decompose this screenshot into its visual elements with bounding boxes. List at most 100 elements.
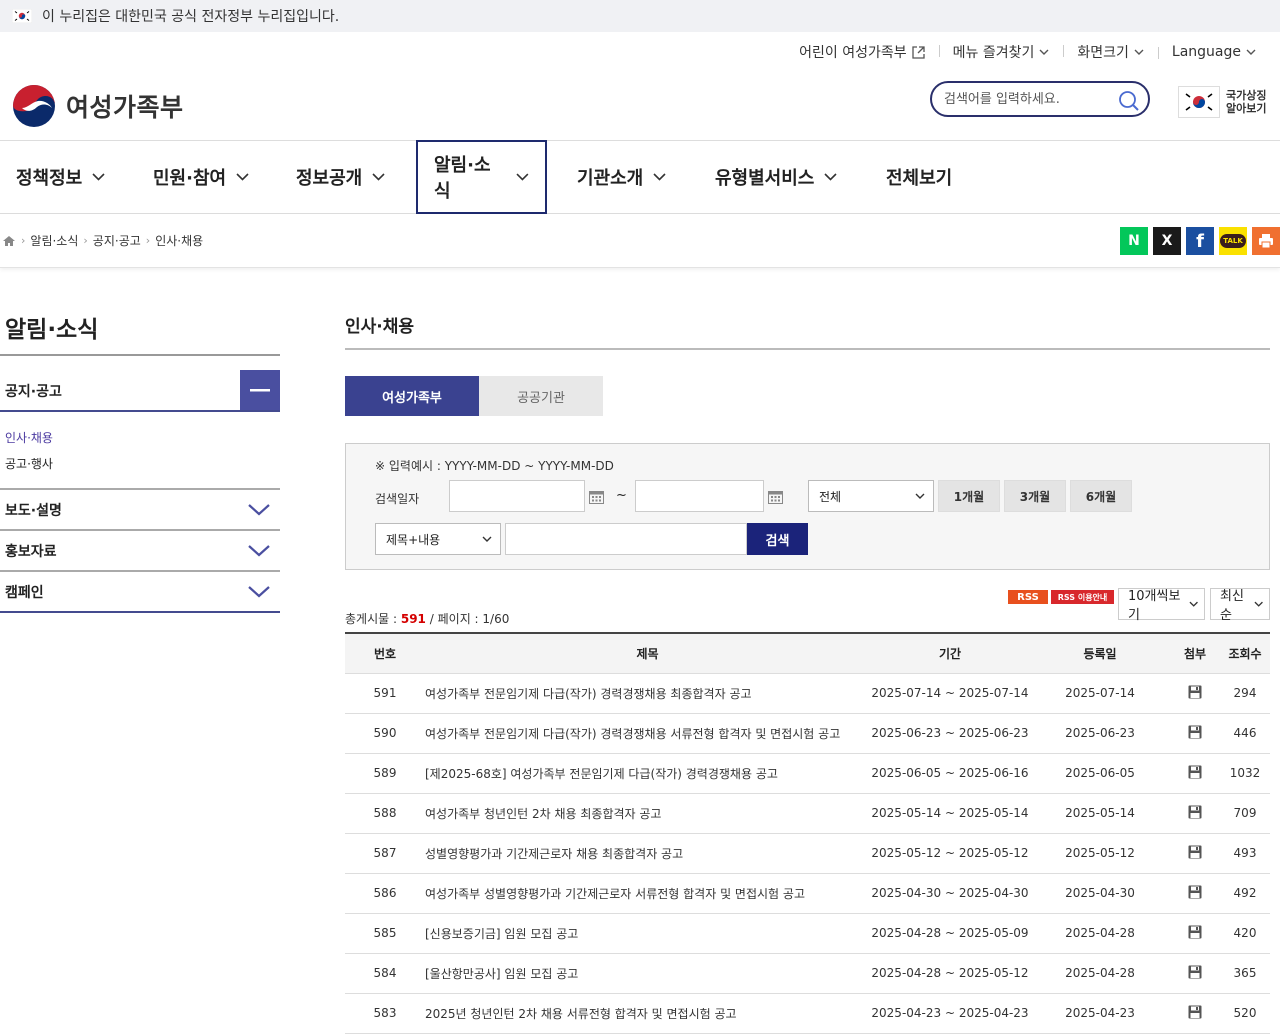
sidebar-item-recruit[interactable]: 인사·채용 xyxy=(5,424,280,450)
row-title-link[interactable]: 여성가족부 전문임기제 다급(작가) 경력경쟁채용 최종합격자 공고 xyxy=(425,673,870,714)
nav-news[interactable]: 알림·소식 xyxy=(416,140,547,214)
side-nav-notice[interactable]: 공지·공고 xyxy=(0,370,280,412)
nav-policy[interactable]: 정책정보 xyxy=(16,140,105,214)
sidebar-item-events[interactable]: 공고·행사 xyxy=(5,450,280,476)
file-attachment-icon[interactable] xyxy=(1188,965,1202,979)
row-date: 2025-04-30 xyxy=(1030,873,1170,914)
table-row[interactable]: 587 성별영향평가과 기간제근로자 채용 최종합격자 공고 2025-05-12 … xyxy=(345,833,1270,874)
table-row[interactable]: 591 여성가족부 전문임기제 다급(작가) 경력경쟁채용 최종합격자 공고 202… xyxy=(345,673,1270,714)
national-symbol-link[interactable]: 국가상징 알아보기 xyxy=(1178,86,1266,118)
chevron-down-icon xyxy=(248,544,270,556)
nav-about[interactable]: 기관소개 xyxy=(577,140,666,214)
search-icon[interactable] xyxy=(1118,90,1140,112)
breadcrumb-item[interactable]: 알림·소식 xyxy=(30,232,78,249)
print-icon[interactable] xyxy=(1252,227,1280,255)
row-title-link[interactable]: 2025년 청년인턴 2차 채용 서류전형 합격자 및 면접시험 공고 xyxy=(425,993,870,1034)
file-attachment-icon[interactable] xyxy=(1188,685,1202,699)
row-attachment[interactable] xyxy=(1170,913,1220,954)
language-select[interactable]: Language xyxy=(1157,44,1270,60)
kids-link[interactable]: 어린이 여성가족부 xyxy=(785,42,939,62)
col-date: 등록일 xyxy=(1030,633,1170,674)
start-date-input[interactable] xyxy=(449,480,585,512)
row-attachment[interactable] xyxy=(1170,953,1220,994)
x-share-icon[interactable]: X xyxy=(1153,227,1181,255)
government-logo-icon xyxy=(13,85,55,127)
period-select[interactable]: 전체 xyxy=(808,480,934,512)
row-title-link[interactable]: 성별영향평가과 기간제근로자 채용 최종합격자 공고 xyxy=(425,833,870,874)
site-logo[interactable]: 여성가족부 xyxy=(12,84,184,128)
period-3month-button[interactable]: 3개월 xyxy=(1004,480,1066,512)
chevron-down-icon xyxy=(824,173,837,181)
keyword-input[interactable] xyxy=(505,523,747,555)
side-nav-pr[interactable]: 홍보자료 xyxy=(0,531,280,572)
row-number: 590 xyxy=(345,713,425,754)
row-attachment[interactable] xyxy=(1170,673,1220,714)
period-6month-button[interactable]: 6개월 xyxy=(1070,480,1132,512)
side-nav-press[interactable]: 보도·설명 xyxy=(0,490,280,531)
row-title-link[interactable]: [제2025-68호] 여성가족부 전문임기제 다급(작가) 경력경쟁채용 공고 xyxy=(425,753,870,794)
row-title-link[interactable]: [울산항만공사] 임원 모집 공고 xyxy=(425,953,870,994)
row-number: 584 xyxy=(345,953,425,994)
facebook-share-icon[interactable]: f xyxy=(1186,227,1214,255)
breadcrumb-item[interactable]: 인사·채용 xyxy=(155,232,203,249)
collapse-icon[interactable] xyxy=(240,370,280,410)
search-input[interactable] xyxy=(944,91,1114,107)
row-attachment[interactable] xyxy=(1170,833,1220,874)
period-1month-button[interactable]: 1개월 xyxy=(938,480,1000,512)
row-number: 583 xyxy=(345,993,425,1034)
table-row[interactable]: 590 여성가족부 전문임기제 다급(작가) 경력경쟁채용 서류전형 합격자 및 … xyxy=(345,713,1270,754)
file-attachment-icon[interactable] xyxy=(1188,805,1202,819)
table-row[interactable]: 585 [신용보증기금] 임원 모집 공고 2025-04-28 ~ 2025-05… xyxy=(345,913,1270,954)
file-attachment-icon[interactable] xyxy=(1188,1005,1202,1019)
row-title-link[interactable]: [신용보증기금] 임원 모집 공고 xyxy=(425,913,870,954)
side-nav-campaign[interactable]: 캠페인 xyxy=(0,572,280,613)
row-period: 2025-04-28 ~ 2025-05-09 xyxy=(870,913,1030,954)
external-link-icon xyxy=(911,45,925,59)
nav-civil[interactable]: 민원·참여 xyxy=(153,140,249,214)
nav-services[interactable]: 유형별서비스 xyxy=(715,140,837,214)
calendar-icon[interactable] xyxy=(589,490,604,504)
nav-disclosure[interactable]: 정보공개 xyxy=(296,140,385,214)
row-title-link[interactable]: 여성가족부 성별영향평가과 기간제근로자 서류전형 합격자 및 면접시험 공고 xyxy=(425,873,870,914)
tab-public-institutions[interactable]: 공공기관 xyxy=(479,376,603,416)
side-nav-submenu: 인사·채용 공고·행사 xyxy=(0,412,280,490)
row-title-link[interactable]: 여성가족부 청년인턴 2차 채용 최종합격자 공고 xyxy=(425,793,870,834)
table-row[interactable]: 586 여성가족부 성별영향평가과 기간제근로자 서류전형 합격자 및 면접시험 … xyxy=(345,873,1270,914)
table-row[interactable]: 589 [제2025-68호] 여성가족부 전문임기제 다급(작가) 경력경쟁채용… xyxy=(345,753,1270,794)
screen-size[interactable]: 화면크기 xyxy=(1063,42,1158,62)
menu-favorites[interactable]: 메뉴 즐겨찾기 xyxy=(938,42,1064,62)
nav-all[interactable]: 전체보기 xyxy=(886,140,952,214)
file-attachment-icon[interactable] xyxy=(1188,725,1202,739)
row-attachment[interactable] xyxy=(1170,793,1220,834)
per-page-select[interactable]: 10개씩보기 xyxy=(1118,588,1205,623)
sort-select[interactable]: 최신순 xyxy=(1210,588,1270,623)
naver-share-icon[interactable]: N xyxy=(1120,227,1148,255)
file-attachment-icon[interactable] xyxy=(1188,845,1202,859)
row-number: 586 xyxy=(345,873,425,914)
kakaotalk-share-icon[interactable]: TALK xyxy=(1219,227,1247,255)
row-attachment[interactable] xyxy=(1170,873,1220,914)
korea-flag-icon xyxy=(12,9,32,23)
row-title-link[interactable]: 여성가족부 전문임기제 다급(작가) 경력경쟁채용 서류전형 합격자 및 면접시… xyxy=(425,713,870,754)
table-row[interactable]: 588 여성가족부 청년인턴 2차 채용 최종합격자 공고 2025-05-14 ~… xyxy=(345,793,1270,834)
row-attachment[interactable] xyxy=(1170,713,1220,754)
total-count: 총게시물 : 591 / 페이지 : 1/60 xyxy=(345,612,510,626)
end-date-input[interactable] xyxy=(635,480,764,512)
home-icon[interactable] xyxy=(2,235,16,247)
breadcrumb-item[interactable]: 공지·공고 xyxy=(93,232,141,249)
tab-mogef[interactable]: 여성가족부 xyxy=(345,376,479,416)
table-row[interactable]: 583 2025년 청년인턴 2차 채용 서류전형 합격자 및 면접시험 공고 20… xyxy=(345,993,1270,1034)
rss-icon[interactable]: RSS xyxy=(1008,590,1048,604)
file-attachment-icon[interactable] xyxy=(1188,765,1202,779)
search-button[interactable]: 검색 xyxy=(747,523,808,555)
search-field-select[interactable]: 제목+내용 xyxy=(375,523,501,555)
row-date: 2025-04-23 xyxy=(1030,993,1170,1034)
table-row[interactable]: 584 [울산항만공사] 임원 모집 공고 2025-04-28 ~ 2025-05… xyxy=(345,953,1270,994)
row-attachment[interactable] xyxy=(1170,753,1220,794)
row-attachment[interactable] xyxy=(1170,993,1220,1034)
file-attachment-icon[interactable] xyxy=(1188,885,1202,899)
rss-guide-link[interactable]: RSS 이용안내 xyxy=(1051,590,1114,604)
file-attachment-icon[interactable] xyxy=(1188,925,1202,939)
calendar-icon[interactable] xyxy=(768,490,783,504)
gov-banner: 이 누리집은 대한민국 공식 전자정부 누리집입니다. xyxy=(0,0,1280,32)
